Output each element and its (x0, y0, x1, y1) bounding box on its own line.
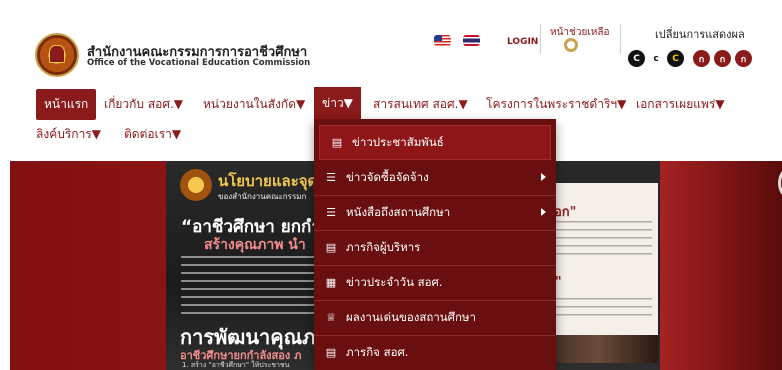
submenu-arrow-icon (541, 208, 546, 216)
contrast-normal-button[interactable]: c (650, 50, 662, 67)
header-divider (540, 24, 541, 54)
carousel-control-icon[interactable] (778, 163, 782, 203)
login-link[interactable]: LOGIN (507, 37, 538, 47)
poster-side-text (544, 221, 652, 261)
news-dropdown-menu: ▤ ข่าวประชาสัมพันธ์ ☰ ข่าวจัดซื้อจัดจ้าง… (314, 119, 556, 370)
org-name-english[interactable]: Office of the Vocational Education Commi… (87, 58, 310, 68)
poster-logo (180, 169, 212, 201)
dropdown-item-label: ข่าวประชาสัมพันธ์ (352, 134, 444, 149)
english-flag-icon[interactable] (434, 35, 451, 46)
dropdown-item-label: ข่าวประจำวัน สอศ. (346, 275, 443, 289)
submenu-arrow-icon (541, 173, 546, 181)
contrast-dark-button[interactable]: C (628, 50, 645, 67)
newspaper-icon: ▤ (331, 135, 343, 149)
nav-agencies[interactable]: หน่วยงานในสังกัด▼ (203, 95, 305, 114)
nav-publications[interactable]: เอกสารเผยแพร่▼ (636, 95, 725, 114)
thai-flag-icon[interactable] (463, 35, 480, 46)
dropdown-item-label: ภารกิจ สอศ. (346, 345, 409, 359)
font-small-button[interactable]: ก (693, 50, 710, 67)
logo-emblem (49, 45, 65, 63)
site-header: สำนักงานคณะกรรมการการอาชีวศึกษา Office o… (0, 0, 782, 80)
dropdown-item-label: ภารกิจผู้บริหาร (346, 240, 421, 254)
display-mode-label: เปลี่ยนการแสดงผล (655, 28, 745, 41)
dropdown-item-executive-missions[interactable]: ▤ ภารกิจผู้บริหาร (314, 231, 556, 266)
lifebuoy-icon[interactable] (564, 38, 578, 52)
list-icon: ☰ (326, 171, 336, 184)
dropdown-item-letters-to-schools[interactable]: ☰ หนังสือถึงสถานศึกษา (314, 196, 556, 231)
dropdown-item-school-achievements[interactable]: ♕ ผลงานเด่นของสถานศึกษา (314, 301, 556, 336)
nav-information[interactable]: สารสนเทศ สอศ.▼ (373, 95, 468, 114)
nav-news[interactable]: ข่าว▼ (314, 87, 361, 120)
poster-side-panel: ลือก" น" (538, 183, 658, 363)
font-medium-button[interactable]: ก (714, 50, 731, 67)
dropdown-item-label: หนังสือถึงสถานศึกษา (346, 205, 451, 219)
contrast-yellow-button[interactable]: C (667, 50, 684, 67)
header-divider (620, 24, 621, 54)
trophy-icon: ♕ (326, 311, 336, 324)
font-large-button[interactable]: ก (735, 50, 752, 67)
calendar-icon: ▦ (325, 276, 337, 289)
dropdown-item-daily-news[interactable]: ▦ ข่าวประจำวัน สอศ. (314, 266, 556, 301)
list-icon: ☰ (326, 206, 336, 219)
dropdown-item-press-release[interactable]: ▤ ข่าวประชาสัมพันธ์ (319, 125, 551, 160)
poster-photo (538, 335, 658, 363)
poster-subtitle: ของสำนักงานคณะกรรมก (218, 192, 307, 201)
help-page-link[interactable]: หน้าช่วยเหลือ (550, 25, 609, 40)
nav-contact[interactable]: ติดต่อเรา▼ (124, 125, 181, 144)
dropdown-item-label: ข่าวจัดซื้อจัดจ้าง (346, 170, 429, 184)
dropdown-item-ovec-missions[interactable]: ▤ ภารกิจ สอศ. (314, 336, 556, 370)
dropdown-item-label: ผลงานเด่นของสถานศึกษา (346, 310, 476, 324)
poster-quote-2: สร้างคุณภาพ นำ (204, 237, 306, 253)
nav-about[interactable]: เกี่ยวกับ สอศ.▼ (104, 95, 183, 114)
nav-home[interactable]: หน้าแรก (36, 89, 97, 120)
ovec-logo[interactable] (35, 33, 79, 77)
newspaper-icon: ▤ (325, 346, 337, 359)
newspaper-icon: ▤ (325, 241, 337, 254)
nav-service-links[interactable]: ลิงค์บริการ▼ (36, 125, 101, 144)
poster-side-text-2 (544, 298, 652, 322)
poster-bullets (181, 256, 321, 318)
poster-small-text: 1. สร้าง "อาชีวศึกษา" ให้ประชาชน (182, 361, 290, 369)
dropdown-item-procurement[interactable]: ☰ ข่าวจัดซื้อจัดจ้าง (314, 161, 556, 196)
nav-royal-projects[interactable]: โครงการในพระราชดำริฯ▼ (486, 95, 626, 114)
banner-side (660, 161, 782, 370)
